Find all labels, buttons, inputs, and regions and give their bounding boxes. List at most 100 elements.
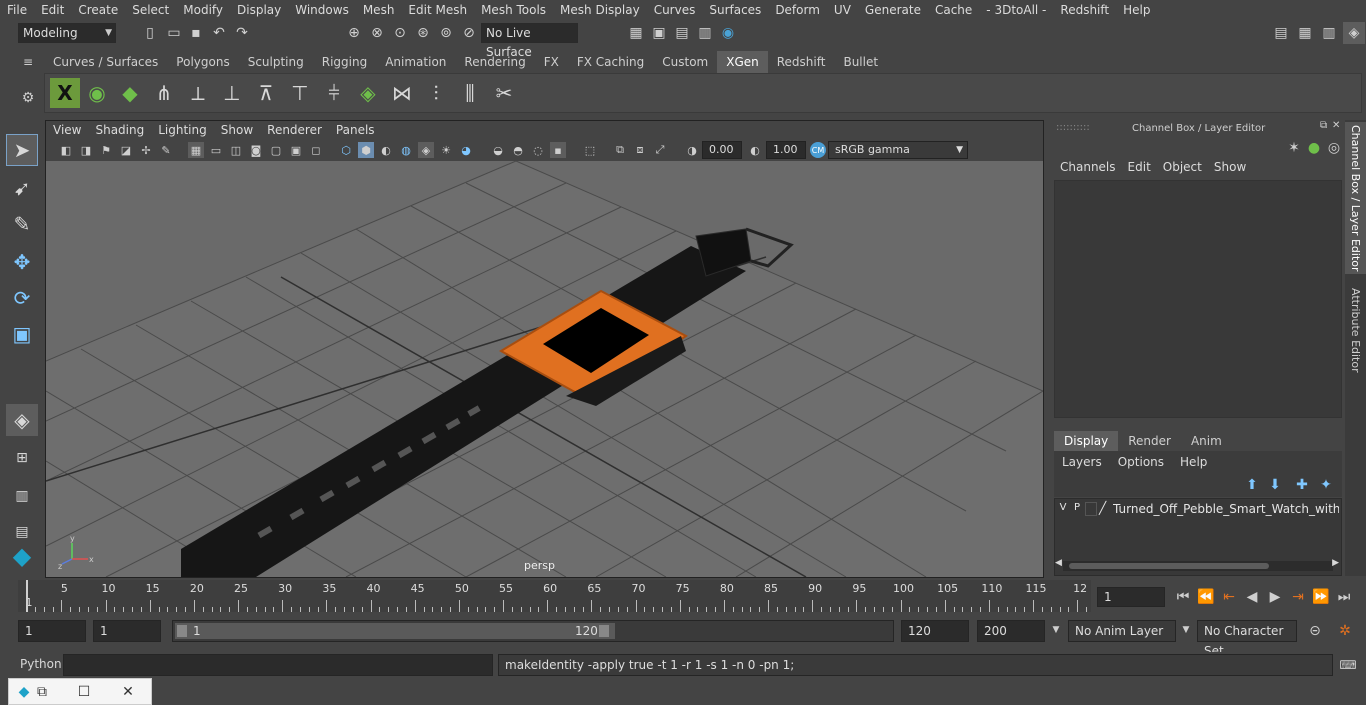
animation-end-field[interactable]: 200 [977, 620, 1045, 642]
go-to-start-icon[interactable]: ⏮ [1174, 588, 1192, 606]
sculpt-guides-icon[interactable]: ⫩ [319, 78, 349, 108]
drag-handle-icon[interactable]: :::::::::: [1056, 122, 1090, 133]
attribute-editor-toggle-icon[interactable]: ▦ [1296, 24, 1314, 42]
menu-edit-mesh[interactable]: Edit Mesh [401, 3, 474, 17]
guide-visibility-icon[interactable]: ⊼ [251, 78, 281, 108]
sidebar-toggle-icon[interactable]: ▤ [1272, 24, 1290, 42]
tab-render[interactable]: Render [1118, 431, 1181, 451]
save-scene-icon[interactable]: ▪ [188, 24, 204, 42]
shelf-tab-animation[interactable]: Animation [376, 51, 455, 73]
move-tool-icon[interactable]: ✥ [6, 246, 38, 278]
play-forwards-icon[interactable]: ▶ [1266, 588, 1284, 606]
shelf-tab-xgen[interactable]: XGen [717, 51, 768, 73]
tab-display[interactable]: Display [1054, 431, 1119, 451]
channel-menu-show[interactable]: Show [1208, 160, 1252, 174]
viewport-menu-panels[interactable]: Panels [329, 123, 382, 137]
default-material-icon[interactable]: ◐ [378, 142, 394, 158]
menu-surfaces[interactable]: Surfaces [702, 3, 768, 17]
hypershade-icon[interactable]: ◉ [719, 24, 737, 42]
playback-end-field[interactable]: 120 [901, 620, 969, 642]
menu-display[interactable]: Display [230, 3, 288, 17]
tab-attribute-editor[interactable]: Attribute Editor [1345, 282, 1366, 378]
menu-mesh-display[interactable]: Mesh Display [553, 3, 647, 17]
bookmark-icon[interactable]: ⚑ [98, 142, 114, 158]
viewport-3d-scene[interactable]: y x z persp [46, 161, 1043, 577]
xgen-editor-icon[interactable]: X [50, 78, 80, 108]
shelf-settings-gear-icon[interactable]: ⚙ [20, 90, 36, 106]
render-settings-icon[interactable]: ▦ [627, 24, 645, 42]
shelf-tab-fx-caching[interactable]: FX Caching [568, 51, 653, 73]
four-pane-layout-icon[interactable]: ⊞ [6, 442, 38, 474]
isolate-select-icon[interactable]: ▪ [550, 142, 566, 158]
step-back-key-icon[interactable]: ⏪ [1197, 588, 1215, 606]
safe-action-icon[interactable]: ▣ [288, 142, 304, 158]
float-icon[interactable]: ⧉ [1320, 120, 1327, 131]
manipulator-icon[interactable]: ◎ [1326, 140, 1342, 156]
shelf-tab-fx[interactable]: FX [535, 51, 568, 73]
command-input[interactable] [63, 654, 493, 676]
guide-curl-icon[interactable]: ⫶ [421, 78, 451, 108]
live-surface-field[interactable]: No Live Surface [481, 23, 578, 59]
select-tool-icon[interactable]: ➤ [6, 134, 38, 166]
channel-menu-object[interactable]: Object [1157, 160, 1208, 174]
scale-tool-icon[interactable]: ▣ [6, 318, 38, 350]
transform-axes-icon[interactable]: ✶ [1286, 140, 1302, 156]
gamma-field[interactable]: 1.00 [766, 141, 806, 159]
gamma-icon[interactable]: ◐ [747, 142, 763, 158]
viewport-menu-show[interactable]: Show [214, 123, 260, 137]
maximize-icon[interactable]: ☐ [75, 683, 93, 701]
new-empty-layer-icon[interactable]: ✚ [1294, 477, 1310, 493]
xray-active-icon[interactable]: ⧈ [632, 142, 648, 158]
ambient-occlusion-icon[interactable]: ◕ [458, 142, 474, 158]
shelf-tab-redshift[interactable]: Redshift [768, 51, 835, 73]
layer-visibility-toggle[interactable]: V [1057, 502, 1069, 513]
layer-row[interactable]: V P ╱ Turned_Off_Pebble_Smart_Watch_with… [1057, 501, 1339, 519]
lock-guides-icon[interactable]: ⊤ [285, 78, 315, 108]
shelf-tab-sculpting[interactable]: Sculpting [239, 51, 313, 73]
shelf-tab-curves-surfaces[interactable]: Curves / Surfaces [44, 51, 167, 73]
xray-joints-icon[interactable]: ⧉ [612, 142, 628, 158]
menu-uv[interactable]: UV [827, 3, 858, 17]
xgen-library-icon[interactable]: ◆ [115, 78, 145, 108]
shelf-tab-rendering[interactable]: Rendering [455, 51, 534, 73]
menu-edit[interactable]: Edit [34, 3, 71, 17]
layer-menu-help[interactable]: Help [1172, 455, 1215, 469]
menu-select[interactable]: Select [125, 3, 176, 17]
sync-icon[interactable]: ● [1306, 140, 1322, 156]
lasso-tool-icon[interactable]: ➹ [6, 172, 38, 204]
channel-menu-edit[interactable]: Edit [1122, 160, 1157, 174]
shelf-tab-bullet[interactable]: Bullet [834, 51, 887, 73]
exposure-field[interactable]: 0.00 [702, 141, 742, 159]
range-end-handle[interactable] [599, 625, 609, 637]
guide-split-icon[interactable]: ⋈ [387, 78, 417, 108]
layer-menu-options[interactable]: Options [1110, 455, 1172, 469]
undo-icon[interactable]: ↶ [210, 24, 228, 42]
textured-icon[interactable]: ◍ [398, 142, 414, 158]
viewport-menu-renderer[interactable]: Renderer [260, 123, 329, 137]
color-management-icon[interactable]: CM [810, 142, 826, 158]
interactive-groom-icon[interactable]: ⋔ [149, 78, 179, 108]
chevron-down-icon[interactable]: ▼ [1050, 624, 1062, 636]
maya-app-icon[interactable]: ◆ [15, 683, 33, 701]
backface-culling-icon[interactable]: ⤢ [652, 142, 668, 158]
xgen-preview-icon[interactable]: ◉ [82, 78, 112, 108]
step-forward-frame-icon[interactable]: ⇥ [1289, 588, 1307, 606]
script-language-label[interactable]: Python [20, 657, 62, 671]
tool-settings-toggle-icon[interactable]: ▥ [1320, 24, 1338, 42]
close-icon[interactable]: ✕ [1332, 120, 1340, 131]
paint-select-tool-icon[interactable]: ✎ [6, 208, 38, 240]
channel-box-toggle-icon[interactable]: ◈ [1343, 22, 1365, 44]
move-layer-up-icon[interactable]: ⬆ [1244, 477, 1260, 493]
new-scene-icon[interactable]: ▯ [142, 24, 158, 42]
render-frame-icon[interactable]: ▣ [650, 24, 668, 42]
image-plane-icon[interactable]: ◪ [118, 142, 134, 158]
menu-mesh[interactable]: Mesh [356, 3, 402, 17]
viewport-menu-lighting[interactable]: Lighting [151, 123, 214, 137]
wireframe-icon[interactable]: ⬡ [338, 142, 354, 158]
viewport-menu-shading[interactable]: Shading [88, 123, 151, 137]
film-gate-icon[interactable]: ▭ [208, 142, 224, 158]
range-start-handle[interactable] [177, 625, 187, 637]
guide-delete-icon[interactable]: ✂ [489, 78, 519, 108]
workspace-dropdown[interactable]: Modeling ▼ [18, 23, 116, 43]
snap-grid-icon[interactable]: ⊕ [345, 24, 363, 42]
